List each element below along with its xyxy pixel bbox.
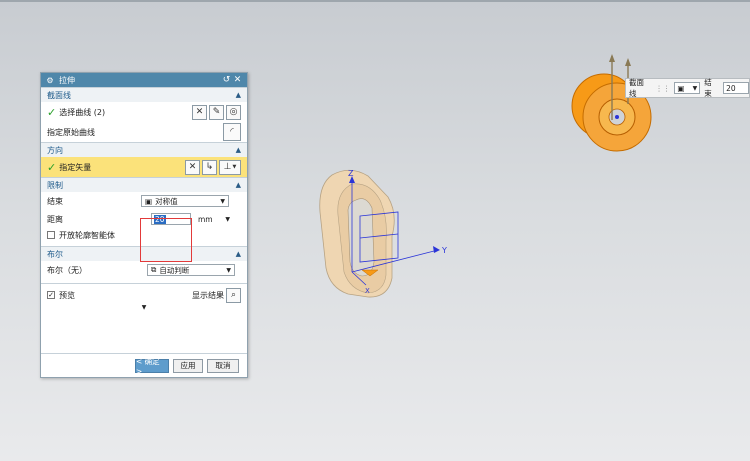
specify-origin-curve-row[interactable]: 指定原始曲线 ◜ (41, 122, 247, 142)
minibar-section-label: 截面线 (629, 78, 644, 98)
chevron-down-icon: ▼ (226, 266, 231, 274)
solid-cube-icon: ▣ (677, 83, 685, 93)
preview-group: ✓ 预览 显示结果 ⌕ ▼ (41, 283, 247, 312)
distance-unit: mm (198, 214, 213, 224)
ok-button[interactable]: < 确定 > (135, 357, 169, 376)
preview-label: 预览 (59, 290, 75, 300)
reverse-direction-button[interactable]: ✕ (185, 159, 200, 175)
magnifier-icon[interactable]: ⌕ (226, 287, 241, 303)
gear-icon[interactable]: ⚙ (45, 76, 55, 85)
preview-row: ✓ 预览 显示结果 ⌕ (41, 287, 247, 303)
distance-label: 距离 (47, 214, 63, 224)
boolean-row: 布尔（无） ⧉ 自动判断 ▼ (41, 261, 247, 279)
select-curve-row[interactable]: ✓ 选择曲线 (2) ✕ ✎ ◎ (41, 102, 247, 122)
end-value: 对称值 (155, 196, 178, 206)
highlight-annotation-box (140, 218, 192, 262)
boolean-select[interactable]: ⧉ 自动判断 ▼ (147, 264, 235, 276)
boolean-label: 布尔（无） (47, 265, 87, 275)
direction-group: 方向 ▲ ✓ 指定矢量 ✕ ↳ ⊥ ▼ (41, 142, 247, 177)
end-select[interactable]: ▣ 对称值 ▼ (141, 195, 229, 207)
limits-header[interactable]: 限制 ▲ (41, 178, 247, 192)
minibar-end-select[interactable]: ▣ ▼ (674, 82, 701, 94)
extruded-slot-body[interactable] (319, 169, 395, 298)
expand-more-icon[interactable]: ▼ (41, 303, 247, 312)
open-profile-label: 开放轮廓智能体 (59, 230, 115, 240)
curve-icon-button[interactable]: ◎ (226, 104, 241, 120)
open-profile-checkbox[interactable] (47, 231, 55, 239)
deselect-curve-button[interactable]: ✕ (192, 104, 207, 120)
section-curve-group: 截面线 ▲ ✓ 选择曲线 (2) ✕ ✎ ◎ 指定原始曲线 ◜ (41, 87, 247, 142)
minibar-end-value-input[interactable]: 20 (723, 82, 749, 94)
chevron-down-icon: ▼ (225, 215, 230, 223)
floating-input-bar[interactable]: 截面线 ⋮⋮ ▣ ▼ 结束 20 (625, 78, 750, 98)
preview-checkbox[interactable]: ✓ (47, 291, 55, 299)
chevron-down-icon: ▼ (220, 197, 225, 205)
specify-vector-label: 指定矢量 (59, 162, 92, 172)
section-curve-header[interactable]: 截面线 ▲ (41, 88, 247, 102)
collapse-icon[interactable]: ▲ (236, 181, 241, 189)
vector-type-select[interactable]: ⊥ ▼ (219, 159, 241, 175)
boolean-value: 自动判断 (159, 265, 190, 275)
axis-label-x: X (365, 287, 370, 295)
dialog-footer: < 确定 > 应用 取消 (41, 353, 247, 377)
grip-handle-icon[interactable]: ⋮⋮ (655, 84, 670, 93)
select-curve-label: 选择曲线 (2) (59, 107, 106, 117)
apply-button[interactable]: 应用 (173, 358, 203, 373)
dialog-titlebar[interactable]: ⚙ 拉伸 ↺ ✕ (41, 73, 247, 87)
limits-title: 限制 (47, 180, 63, 190)
axis-label-z: Z (348, 169, 354, 178)
origin-curve-button[interactable]: ◜ (223, 123, 241, 141)
y-axis-arrow (433, 246, 440, 253)
boolean-auto-icon: ⧉ (151, 265, 157, 274)
extrude-preview-ring[interactable] (571, 54, 652, 152)
collapse-icon[interactable]: ▲ (236, 146, 241, 154)
chevron-down-icon: ▼ (692, 84, 698, 92)
direction-header[interactable]: 方向 ▲ (41, 143, 247, 157)
solid-cube-icon: ▣ (145, 196, 153, 206)
section-curve-title: 截面线 (47, 90, 71, 100)
reset-icon[interactable]: ↺ (221, 75, 232, 85)
collapse-icon[interactable]: ▲ (236, 91, 241, 99)
direction-title: 方向 (47, 145, 63, 155)
show-result-label: 显示结果 (192, 290, 224, 300)
cancel-button[interactable]: 取消 (207, 358, 239, 373)
sketch-section-button[interactable]: ✎ (209, 104, 224, 120)
specify-vector-row[interactable]: ✓ 指定矢量 ✕ ↳ ⊥ ▼ (41, 157, 247, 177)
end-label: 结束 (47, 196, 63, 206)
minibar-end-label: 结束 (704, 78, 712, 98)
checkmark-icon: ✓ (47, 160, 57, 174)
collapse-icon[interactable]: ▲ (236, 250, 241, 258)
vector-dialog-button[interactable]: ↳ (202, 159, 217, 175)
close-icon[interactable]: ✕ (232, 75, 243, 85)
dialog-title: 拉伸 (59, 75, 75, 85)
end-row: 结束 ▣ 对称值 ▼ (41, 192, 247, 210)
specify-origin-curve-label: 指定原始曲线 (47, 127, 95, 137)
distance-unit-select[interactable]: mm ▼ (195, 213, 233, 225)
axis-label-y: Y (441, 246, 447, 255)
checkmark-icon: ✓ (47, 105, 57, 119)
